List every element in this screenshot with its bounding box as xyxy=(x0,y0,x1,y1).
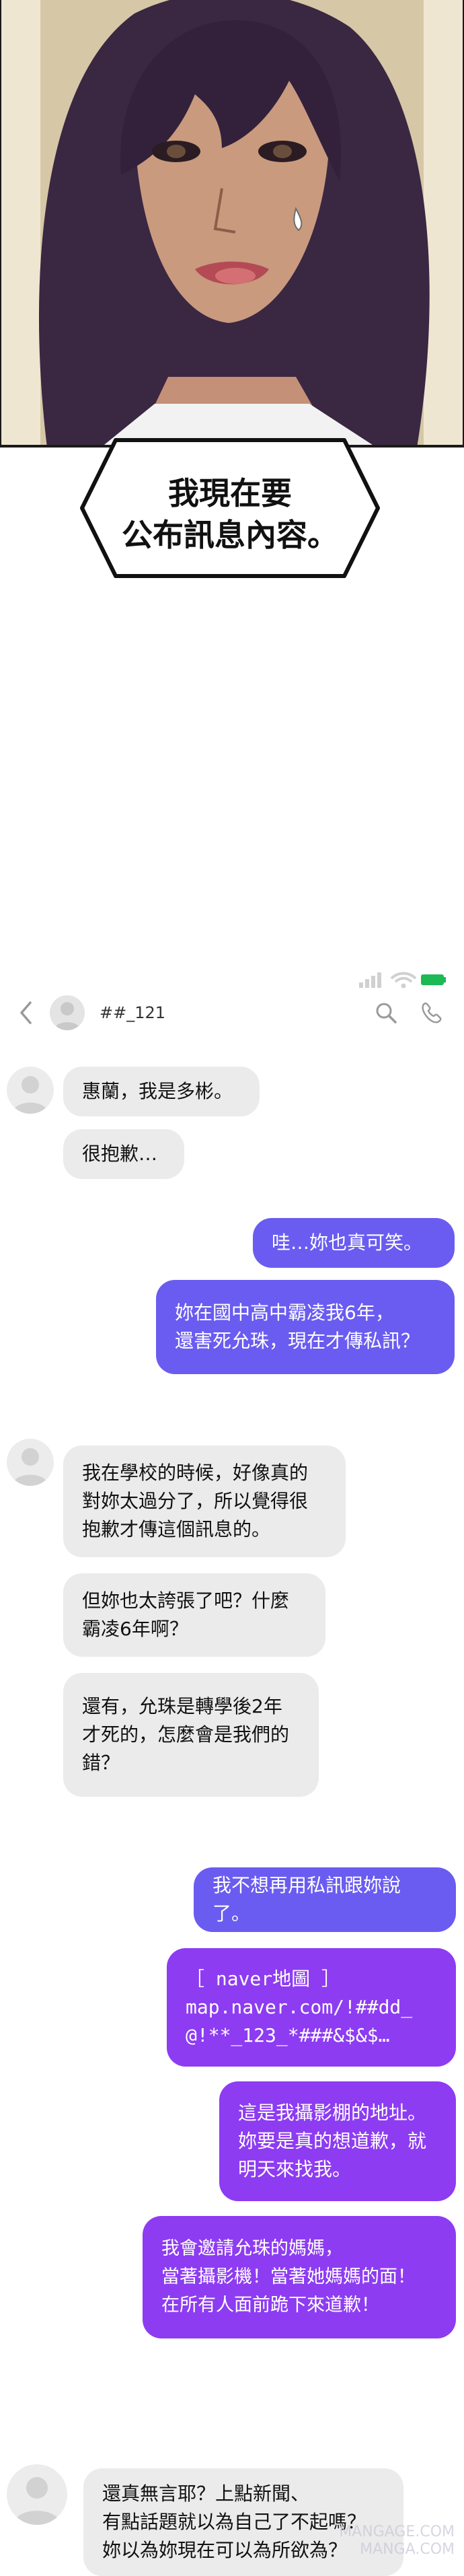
avatar-icon xyxy=(54,1002,81,1030)
sender-avatar[interactable] xyxy=(7,1439,54,1486)
message-incoming[interactable]: 惠蘭，我是多彬。 xyxy=(63,1067,260,1116)
message-incoming[interactable]: 很抱歉… xyxy=(63,1129,184,1179)
contact-name: ##_121 xyxy=(100,1003,166,1022)
search-icon[interactable] xyxy=(374,1001,398,1025)
message-outgoing[interactable]: 哇…妳也真可笑。 xyxy=(253,1218,455,1268)
message-incoming[interactable]: 還有，允珠是轉學後2年 才死的，怎麼會是我們的 錯？ xyxy=(63,1673,319,1797)
contact-avatar[interactable] xyxy=(50,995,85,1030)
speech-line: 我現在要 xyxy=(168,475,292,511)
message-incoming[interactable]: 但妳也太誇張了吧？什麼 霸凌6年啊？ xyxy=(63,1573,325,1657)
avatar-icon xyxy=(13,2477,61,2525)
avatar-icon xyxy=(12,1076,48,1114)
message-incoming[interactable]: 還真無言耶？上點新聞、 有點話題就以為自己了不起嗎？ 妳以為妳現在可以為所欲為？ xyxy=(83,2468,403,2576)
watermark: MANGAGE.COM MANGA.COM xyxy=(339,2524,455,2558)
message-outgoing[interactable]: 我會邀請允珠的媽媽， 當著攝影機！當著她媽媽的面！ 在所有人面前跪下來道歉！ xyxy=(143,2216,456,2338)
speech-line: 公布訊息內容。 xyxy=(122,517,338,553)
chat-header: ##_121 xyxy=(0,986,464,1040)
message-outgoing[interactable]: 這是我攝影棚的地址。 妳要是真的想道歉，就 明天來找我。 xyxy=(219,2081,456,2201)
sender-avatar[interactable] xyxy=(7,1067,54,1114)
message-outgoing[interactable]: 我不想再用私訊跟妳說了。 xyxy=(194,1867,456,1932)
battery-icon xyxy=(421,974,446,985)
chevron-left-icon[interactable] xyxy=(19,1001,32,1025)
phone-icon[interactable] xyxy=(420,1001,444,1025)
sender-avatar[interactable] xyxy=(7,2464,67,2525)
speech-bubble-text: 我現在要 公布訊息內容。 xyxy=(75,472,385,556)
map-link-message[interactable]: ［ naver地圖 ］ map.naver.com/!##dd_ @!**_12… xyxy=(167,1948,456,2067)
message-incoming[interactable]: 我在學校的時候，好像真的 對妳太過分了，所以覺得很 抱歉才傳這個訊息的。 xyxy=(63,1445,346,1557)
panel-frame xyxy=(0,0,464,448)
avatar-icon xyxy=(12,1448,48,1486)
manga-panel xyxy=(0,0,464,448)
message-outgoing[interactable]: 妳在國中高中霸凌我6年， 還害死允珠，現在才傳私訊？ xyxy=(156,1280,455,1374)
speech-bubble: 我現在要 公布訊息內容。 xyxy=(75,431,385,585)
